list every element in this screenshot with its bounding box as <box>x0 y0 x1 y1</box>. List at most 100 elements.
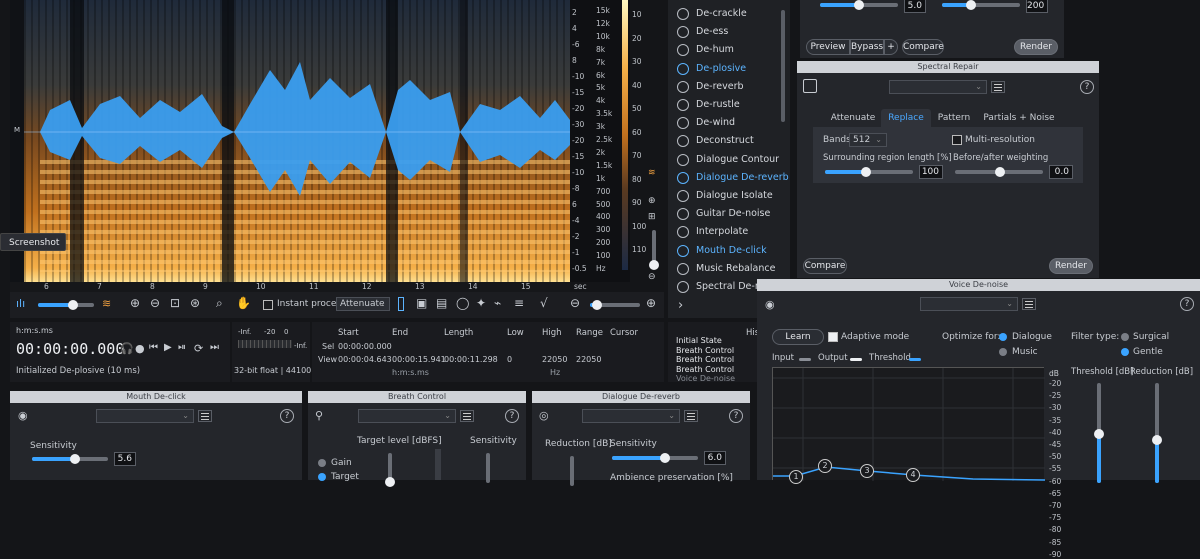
waveform-icon[interactable]: ılı <box>16 297 25 310</box>
top-value-2[interactable]: 200 <box>1026 0 1048 13</box>
spectrogram-canvas[interactable] <box>10 0 570 282</box>
spectral-repair-render-button[interactable]: Render <box>1049 258 1093 274</box>
gain-radio[interactable] <box>318 459 326 467</box>
breath-control-menu-icon[interactable] <box>460 410 474 422</box>
module-item[interactable]: De-reverb <box>668 78 788 96</box>
module-item[interactable]: Deconstruct <box>668 132 788 150</box>
module-item[interactable]: Dialogue Isolate <box>668 187 788 205</box>
zoom-h-out-icon[interactable]: ⊖ <box>570 296 580 310</box>
play-icon[interactable]: ▶ <box>164 342 172 353</box>
fade-curve-icon[interactable]: √ <box>540 296 548 310</box>
reduction-slider[interactable] <box>570 456 574 486</box>
top-slider-2[interactable] <box>942 0 1020 10</box>
mouth-declick-menu-icon[interactable] <box>198 410 212 422</box>
filter-surgical-radio[interactable] <box>1121 333 1129 341</box>
voice-denoise-help-icon[interactable]: ? <box>1180 297 1194 311</box>
instant-process-mode-select[interactable]: Attenuate ⌄ <box>336 297 390 311</box>
mouth-declick-preset-select[interactable]: ⌄ <box>96 409 194 423</box>
headphones-icon[interactable]: 🎧 <box>120 342 134 355</box>
learn-button[interactable]: Learn <box>772 329 824 345</box>
dialogue-dereverb-menu-icon[interactable] <box>684 410 698 422</box>
magic-wand-icon[interactable]: ✦ <box>476 296 486 310</box>
module-item[interactable]: Guitar De-noise <box>668 205 788 223</box>
module-list-scrollbar[interactable] <box>781 10 785 122</box>
time-selection-tool-icon[interactable] <box>398 297 404 311</box>
zoom-in-v-icon[interactable]: ⊕ <box>648 196 656 206</box>
noise-profile-graph[interactable] <box>772 367 1045 481</box>
breath-control-preset-select[interactable]: ⌄ <box>358 409 456 423</box>
freq-select-icon[interactable]: ▤ <box>436 296 447 310</box>
spectral-repair-title[interactable]: Spectral Repair <box>797 61 1099 73</box>
module-item[interactable]: Dialogue De-reverb <box>668 169 789 187</box>
filter-gentle-radio[interactable] <box>1121 348 1129 356</box>
zoom-selection-icon[interactable]: ⊡ <box>170 296 180 310</box>
render-button-top[interactable]: Render <box>1014 39 1058 55</box>
breath-sensitivity-slider[interactable] <box>486 453 490 483</box>
surround-slider[interactable] <box>825 167 913 177</box>
compare-button-top[interactable]: Compare <box>902 39 944 55</box>
weighting-slider[interactable] <box>955 167 1043 177</box>
history-item[interactable]: Breath Control <box>676 346 734 355</box>
history-item[interactable]: Voice De-noise <box>676 374 735 382</box>
magnify-icon[interactable]: ⌕ <box>216 296 223 311</box>
module-item[interactable]: Music Rebalance <box>668 260 788 278</box>
waveform-spectrogram-slider[interactable] <box>38 300 94 310</box>
module-item[interactable]: De-crackle <box>668 5 788 23</box>
spectral-repair-menu-icon[interactable] <box>991 81 1005 93</box>
voice-denoise-menu-icon[interactable] <box>1022 298 1036 310</box>
view-start[interactable]: 00:00:04.643 <box>338 355 392 364</box>
top-value-1[interactable]: 5.0 <box>904 0 926 13</box>
zoom-out-v-icon[interactable]: ⊖ <box>648 272 656 282</box>
module-item[interactable]: De-ess <box>668 23 788 41</box>
top-slider-1[interactable] <box>820 0 898 10</box>
tab-attenuate[interactable]: Attenuate <box>823 109 883 127</box>
reduction-vertical-slider[interactable] <box>1152 383 1162 483</box>
mouth-declick-title[interactable]: Mouth De-click <box>10 391 302 403</box>
dialogue-dereverb-preset-select[interactable]: ⌄ <box>582 409 680 423</box>
view-end[interactable]: 00:00:15.941 <box>392 355 446 364</box>
threshold-node-3[interactable]: 3 <box>860 464 874 478</box>
dereverb-sensitivity-value[interactable]: 6.0 <box>704 451 726 465</box>
go-start-icon[interactable]: ⏮ <box>149 342 158 353</box>
module-item[interactable]: De-hum <box>668 41 788 59</box>
module-item[interactable]: De-wind <box>668 114 788 132</box>
waveform-toggle-icon[interactable]: ≋ <box>648 168 656 178</box>
time-format-label[interactable]: h:m:s.ms <box>16 326 53 335</box>
preview-button[interactable]: Preview <box>806 39 850 55</box>
weighting-value[interactable]: 0.0 <box>1049 165 1073 179</box>
spectral-repair-preset-select[interactable]: ⌄ <box>889 80 987 94</box>
spectral-repair-help-icon[interactable]: ? <box>1080 80 1094 94</box>
box-select-icon[interactable]: ▣ <box>416 296 427 310</box>
module-item[interactable]: De-plosive <box>668 60 788 78</box>
dereverb-sensitivity-slider[interactable] <box>612 453 698 463</box>
bypass-button[interactable]: Bypass <box>850 39 884 55</box>
spectral-repair-compare-button[interactable]: Compare <box>803 258 847 274</box>
go-end-icon[interactable]: ⏭ <box>210 342 219 353</box>
mouth-declick-sensitivity-slider[interactable] <box>32 454 108 464</box>
brush-icon[interactable]: ≡ <box>514 296 524 310</box>
expand-chevron-icon[interactable]: › <box>678 298 683 313</box>
module-item[interactable]: De-rustle <box>668 96 788 114</box>
spectrogram-view[interactable]: M <box>10 0 570 282</box>
record-icon[interactable]: ● <box>135 342 145 355</box>
target-level-slider[interactable] <box>385 453 395 487</box>
lasso-icon[interactable]: ◯ <box>456 296 469 310</box>
tab-partials-noise[interactable]: Partials + Noise <box>977 109 1061 127</box>
instant-process-checkbox[interactable] <box>263 300 273 310</box>
zoom-fit-icon[interactable]: ⊛ <box>190 296 200 310</box>
play-selection-icon[interactable]: ⏯ <box>178 342 186 353</box>
history-item[interactable]: Initial State <box>676 336 722 345</box>
surround-value[interactable]: 100 <box>919 165 943 179</box>
voice-denoise-preset-select[interactable]: ⌄ <box>920 297 1018 311</box>
zoom-in-icon[interactable]: ⊕ <box>130 296 140 310</box>
multi-resolution-checkbox[interactable] <box>952 135 962 145</box>
breath-control-title[interactable]: Breath Control <box>308 391 526 403</box>
tab-replace[interactable]: Replace <box>881 109 931 127</box>
hand-icon[interactable]: ✋ <box>236 296 251 310</box>
zoom-sel-v-icon[interactable]: ⊞ <box>648 212 656 222</box>
low-value[interactable]: 0 <box>507 355 512 364</box>
breath-control-help-icon[interactable]: ? <box>505 409 519 423</box>
horizontal-zoom-slider[interactable] <box>590 300 640 310</box>
tab-pattern[interactable]: Pattern <box>933 109 975 127</box>
bands-select[interactable]: 512 ⌄ <box>849 133 887 147</box>
